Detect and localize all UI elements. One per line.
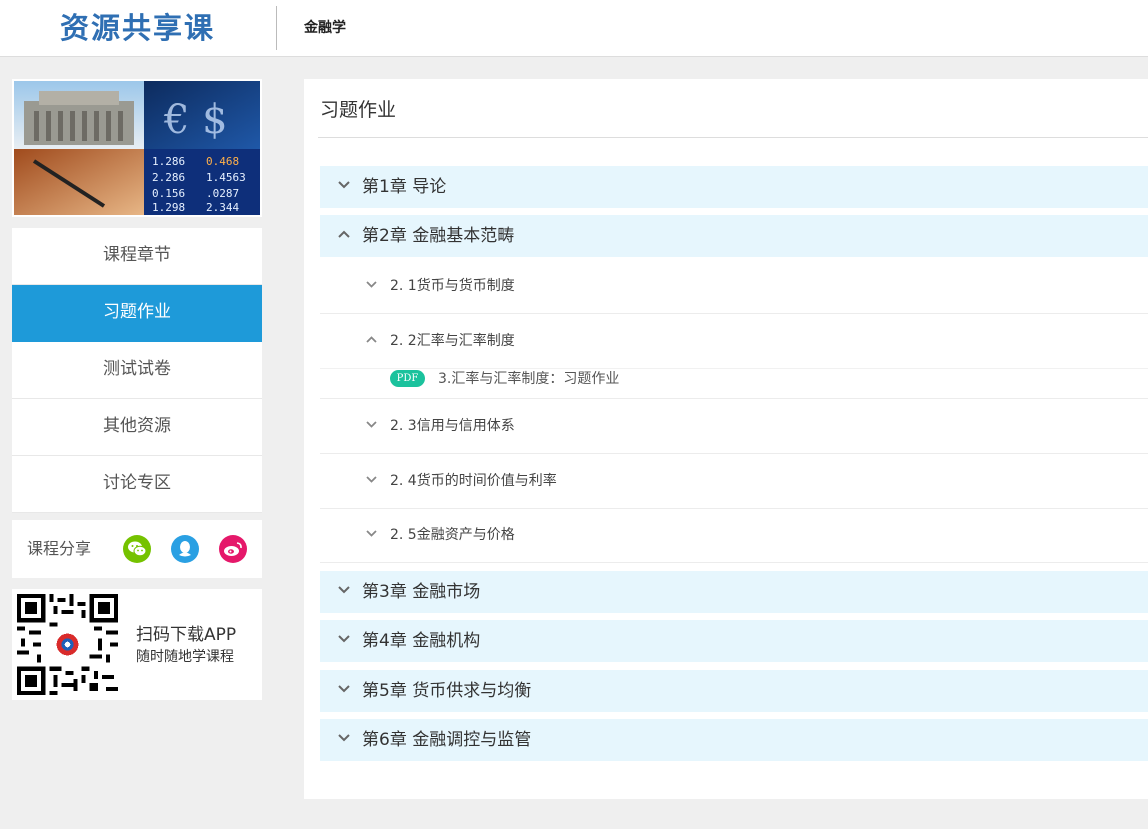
svg-text:2.286: 2.286 xyxy=(152,171,185,184)
course-name[interactable]: 金融学 xyxy=(304,19,346,37)
chevron-down-icon xyxy=(366,476,377,483)
svg-text:1.298: 1.298 xyxy=(152,201,185,214)
sidebar-item-test-papers[interactable]: 测试试卷 xyxy=(12,342,262,399)
share-label: 课程分享 xyxy=(27,539,92,558)
header-divider xyxy=(276,6,277,50)
chapter-label: 第3章 金融市场 xyxy=(362,582,481,602)
title-divider xyxy=(318,137,1148,138)
section-label: 2. 1货币与货币制度 xyxy=(390,278,515,294)
section-2-3[interactable]: 2. 3信用与信用体系 xyxy=(320,399,1148,454)
svg-text:.0287: .0287 xyxy=(206,187,239,200)
chapter-label: 第5章 货币供求与均衡 xyxy=(362,681,532,701)
section-label: 2. 2汇率与汇率制度 xyxy=(390,333,515,349)
chapter-label: 第2章 金融基本范畴 xyxy=(362,226,515,246)
chapter-label: 第1章 导论 xyxy=(362,177,447,197)
app-download-subtitle: 随时随地学课程 xyxy=(136,649,234,665)
chevron-down-icon xyxy=(366,530,377,537)
chevron-down-icon xyxy=(338,685,350,693)
chevron-up-icon xyxy=(338,230,350,238)
section-2-5[interactable]: 2. 5金融资产与价格 xyxy=(320,508,1148,563)
page-title: 习题作业 xyxy=(320,99,397,121)
section-2-4[interactable]: 2. 4货币的时间价值与利率 xyxy=(320,454,1148,509)
qr-code-image xyxy=(17,594,118,695)
sidebar-item-other-resources[interactable]: 其他资源 xyxy=(12,399,262,456)
qq-icon[interactable] xyxy=(171,535,199,563)
chevron-down-icon xyxy=(366,421,377,428)
chapter-1[interactable]: 第1章 导论 xyxy=(320,166,1148,208)
site-logo[interactable]: 资源共享课 xyxy=(60,9,215,47)
svg-text:1.286: 1.286 xyxy=(152,155,185,168)
homework-panel: 习题作业 第1章 导论 第2章 金融基本范畴 2. 1货币与货币制度 2. 2汇… xyxy=(304,79,1148,799)
sidebar-item-discussion[interactable]: 讨论专区 xyxy=(12,456,262,513)
sidebar-menu: 课程章节 习题作业 测试试卷 其他资源 讨论专区 xyxy=(12,228,262,513)
resource-item[interactable]: PDF 3.汇率与汇率制度：习题作业 xyxy=(320,360,1148,399)
chapter-6[interactable]: 第6章 金融调控与监管 xyxy=(320,719,1148,761)
svg-text:2.344: 2.344 xyxy=(206,201,239,214)
svg-text:€ $: € $ xyxy=(163,97,228,143)
svg-text:1.4563: 1.4563 xyxy=(206,171,246,184)
section-label: 2. 3信用与信用体系 xyxy=(390,418,515,434)
sidebar-item-homework[interactable]: 习题作业 xyxy=(12,285,262,342)
pdf-badge: PDF xyxy=(390,370,425,387)
sidebar-item-course-chapters[interactable]: 课程章节 xyxy=(12,228,262,285)
app-download-box: 扫码下载APP 随时随地学课程 xyxy=(12,589,262,700)
top-header: 资源共享课 金融学 xyxy=(0,0,1148,57)
chevron-down-icon xyxy=(366,281,377,288)
chapter-label: 第6章 金融调控与监管 xyxy=(362,730,532,750)
weibo-icon[interactable] xyxy=(219,535,247,563)
svg-text:0.156: 0.156 xyxy=(152,187,185,200)
chapter-2[interactable]: 第2章 金融基本范畴 xyxy=(320,215,1148,257)
resource-label: 3.汇率与汇率制度：习题作业 xyxy=(438,371,620,387)
chapter-5[interactable]: 第5章 货币供求与均衡 xyxy=(320,670,1148,712)
chevron-down-icon xyxy=(338,635,350,643)
section-label: 2. 5金融资产与价格 xyxy=(390,527,515,543)
chapter-4[interactable]: 第4章 金融机构 xyxy=(320,620,1148,662)
chevron-up-icon xyxy=(366,336,377,343)
chevron-down-icon xyxy=(338,586,350,594)
chevron-down-icon xyxy=(338,181,350,189)
chapter-label: 第4章 金融机构 xyxy=(362,631,481,651)
section-2-1[interactable]: 2. 1货币与货币制度 xyxy=(320,259,1148,314)
chapter-3[interactable]: 第3章 金融市场 xyxy=(320,571,1148,613)
section-label: 2. 4货币的时间价值与利率 xyxy=(390,473,557,489)
svg-text:0.468: 0.468 xyxy=(206,155,239,168)
app-download-title: 扫码下载APP xyxy=(136,625,237,645)
course-banner-image: € $ 1.286 0.468 2.286 1.4563 0.156 .0287 1.… xyxy=(12,79,262,217)
wechat-icon[interactable] xyxy=(123,535,151,563)
chevron-down-icon xyxy=(338,734,350,742)
course-share-box: 课程分享 xyxy=(12,520,262,578)
